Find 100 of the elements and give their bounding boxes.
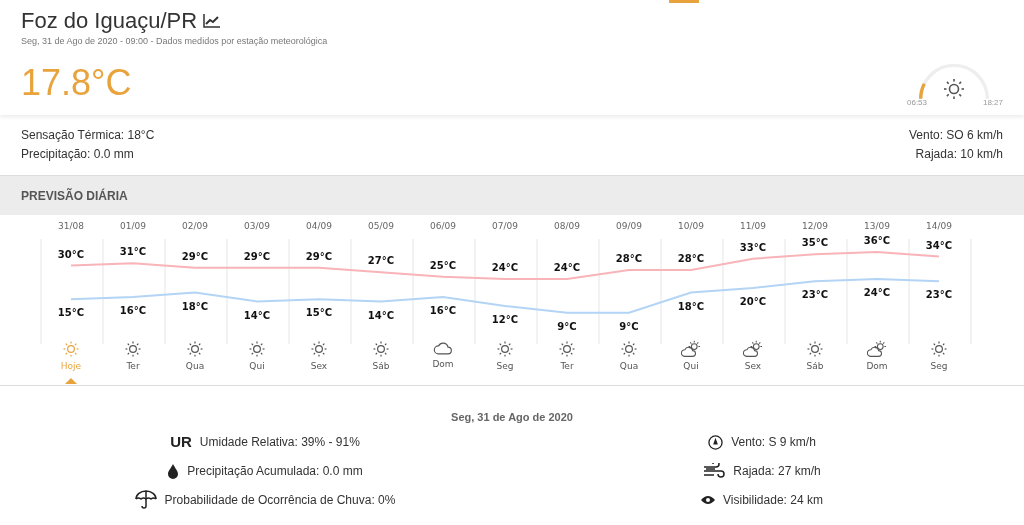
temperature-label: 15°C xyxy=(305,307,333,319)
drop-icon xyxy=(167,463,180,479)
forecast-date: 10/09 xyxy=(678,221,704,231)
forecast-date: 04/09 xyxy=(306,221,332,231)
temperature-label: 25°C xyxy=(429,259,457,271)
temperature-label: 24°C xyxy=(863,287,891,298)
temperature-label: 14°C xyxy=(243,309,271,321)
day-tab[interactable]: Qui xyxy=(660,340,722,384)
temperature-label: 24°C xyxy=(491,262,519,273)
forecast-date: 08/09 xyxy=(554,221,580,231)
forecast-date: 13/09 xyxy=(864,221,890,231)
day-tab[interactable]: Ter xyxy=(102,340,164,384)
forecast-date: 02/09 xyxy=(182,221,208,231)
detail-text: Probabilidade de Ocorrência de Chuva: 0% xyxy=(164,492,396,509)
temperature-label: 33°C xyxy=(739,241,767,253)
sun-icon xyxy=(930,340,948,358)
temperature-label: 16°C xyxy=(429,305,457,316)
temperature-label: 23°C xyxy=(925,289,953,301)
forecast-date: 11/09 xyxy=(740,221,766,231)
eye-icon xyxy=(701,495,716,505)
forecast-date: 06/09 xyxy=(430,221,456,231)
temperature-label: 12°C xyxy=(491,314,519,325)
sun-icon xyxy=(942,77,966,101)
day-tab[interactable]: Dom xyxy=(412,340,474,384)
temperature-label: 23°C xyxy=(801,289,829,301)
temperature-label: 30°C xyxy=(57,248,85,260)
day-tab[interactable]: Sáb xyxy=(350,340,412,384)
measurement-subtitle: Seg, 31 de Ago de 2020 - 09:00 - Dados medidos por estação meteorológica xyxy=(21,35,328,48)
temperature-label: 18°C xyxy=(181,300,209,312)
temperature-label: 16°C xyxy=(119,305,147,316)
detail-text: Vento: S 9 km/h xyxy=(731,434,816,451)
day-tab[interactable]: Seg xyxy=(908,340,970,384)
day-tab[interactable]: Sex xyxy=(288,340,350,384)
temperature-label: 24°C xyxy=(553,262,581,273)
selected-marker xyxy=(65,377,77,384)
day-tab[interactable]: Ter xyxy=(536,340,598,384)
day-tab[interactable]: Qua xyxy=(164,340,226,384)
current-temperature: 17.8°C xyxy=(21,62,133,103)
sun-icon xyxy=(806,340,824,358)
wind-icon xyxy=(703,463,726,479)
forecast-date: 31/08 xyxy=(58,221,84,231)
condition-text: Rajada: 10 km/h xyxy=(915,146,1003,163)
day-tab[interactable]: Qui xyxy=(226,340,288,384)
temperature-label: 28°C xyxy=(615,253,643,264)
day-tab[interactable]: Sáb xyxy=(784,340,846,384)
temperature-label: 9°C xyxy=(619,320,639,332)
detail-text: Umidade Relativa: 39% - 91% xyxy=(199,434,360,451)
day-tab[interactable]: Dom xyxy=(846,340,908,384)
sun-cloud-icon xyxy=(681,340,701,358)
sun-icon xyxy=(558,340,576,358)
temperature-label: 27°C xyxy=(367,255,395,267)
temperature-label: 35°C xyxy=(801,237,829,249)
temperature-label: 18°C xyxy=(677,300,705,312)
detail-text: Precipitação Acumulada: 0.0 mm xyxy=(187,463,363,480)
temperature-label: 20°C xyxy=(739,296,767,307)
sun-icon xyxy=(186,340,204,358)
forecast-date: 05/09 xyxy=(368,221,394,231)
day-tab[interactable]: Seg xyxy=(474,340,536,384)
temperature-label: 14°C xyxy=(367,309,395,321)
city-title: Foz do Iguaçu/PR xyxy=(21,8,198,34)
temperature-label: 9°C xyxy=(557,320,577,332)
temperature-label: 34°C xyxy=(925,239,953,251)
temperature-label: 28°C xyxy=(677,253,705,264)
sun-icon xyxy=(496,340,514,358)
temperature-label: 15°C xyxy=(57,307,85,319)
sun-cloud-icon xyxy=(867,340,887,358)
condition-text: Sensação Térmica: 18°C xyxy=(21,127,155,144)
compass-icon xyxy=(708,434,724,450)
sun-icon xyxy=(310,340,328,358)
detail-text: Rajada: 27 km/h xyxy=(733,463,821,480)
sun-icon xyxy=(124,340,142,358)
temperature-label: 36°C xyxy=(863,235,891,246)
temperature-label: 29°C xyxy=(181,250,209,262)
sun-cloud-icon xyxy=(743,340,763,358)
temperature-label: 29°C xyxy=(305,250,333,262)
active-indicator xyxy=(669,0,699,3)
section-title: PREVISÃO DIÁRIA xyxy=(21,187,128,205)
sunrise-time: 06:53 xyxy=(907,97,928,109)
condition-text: Vento: SO 6 km/h xyxy=(908,127,1003,144)
forecast-date: 12/09 xyxy=(802,221,828,231)
humidity-label: UR xyxy=(170,431,192,452)
forecast-date: 01/09 xyxy=(120,221,146,231)
details-date: Seg, 31 de Ago de 2020 xyxy=(451,411,573,423)
temperature-label: 29°C xyxy=(243,250,271,262)
forecast-date: 03/09 xyxy=(244,221,270,231)
sun-icon xyxy=(620,340,638,358)
sunset-time: 18:27 xyxy=(982,97,1003,109)
forecast-date: 09/09 xyxy=(616,221,642,231)
sun-icon xyxy=(372,340,390,358)
trend-chart-icon xyxy=(203,14,221,28)
sun-icon xyxy=(62,340,80,358)
detail-text: Visibilidade: 24 km xyxy=(723,492,823,509)
temperature-label: 31°C xyxy=(119,246,147,258)
day-tab[interactable]: Sex xyxy=(722,340,784,384)
sun-icon xyxy=(248,340,266,358)
forecast-date: 07/09 xyxy=(492,221,518,231)
cloud-icon xyxy=(433,340,453,356)
condition-text: Precipitação: 0.0 mm xyxy=(21,146,135,163)
forecast-date: 14/09 xyxy=(926,221,952,231)
day-tab[interactable]: Qua xyxy=(598,340,660,384)
